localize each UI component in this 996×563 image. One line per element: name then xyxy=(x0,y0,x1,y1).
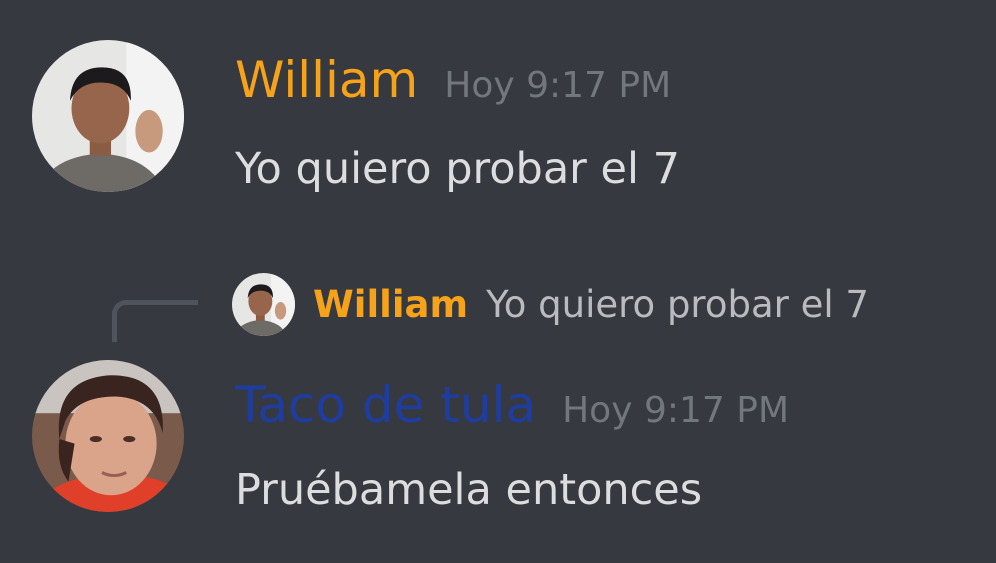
message-header-william: William Hoy 9:17 PM xyxy=(235,55,671,106)
timestamp: Hoy 9:17 PM xyxy=(562,390,790,431)
reply-text[interactable]: Yo quiero probar el 7 xyxy=(486,283,869,326)
message-text: Pruébamela entonces xyxy=(235,465,703,515)
avatar-william-image xyxy=(32,40,184,192)
avatar-taco-de-tula-image xyxy=(32,360,184,512)
reply-preview[interactable]: William Yo quiero probar el 7 xyxy=(232,272,869,336)
reply-avatar-william-image xyxy=(232,272,295,336)
avatar-taco-de-tula[interactable] xyxy=(32,360,184,512)
timestamp: Hoy 9:17 PM xyxy=(444,65,672,106)
message-text: Yo quiero probar el 7 xyxy=(235,144,680,194)
message-header-taco-de-tula: Taco de tula Hoy 9:17 PM xyxy=(235,380,789,431)
avatar-william[interactable] xyxy=(32,40,184,192)
reply-author[interactable]: William xyxy=(313,283,468,326)
reply-avatar-william xyxy=(232,272,295,336)
username-william[interactable]: William xyxy=(235,55,418,105)
username-taco-de-tula[interactable]: Taco de tula xyxy=(235,380,536,430)
reply-connector-line xyxy=(112,300,198,342)
